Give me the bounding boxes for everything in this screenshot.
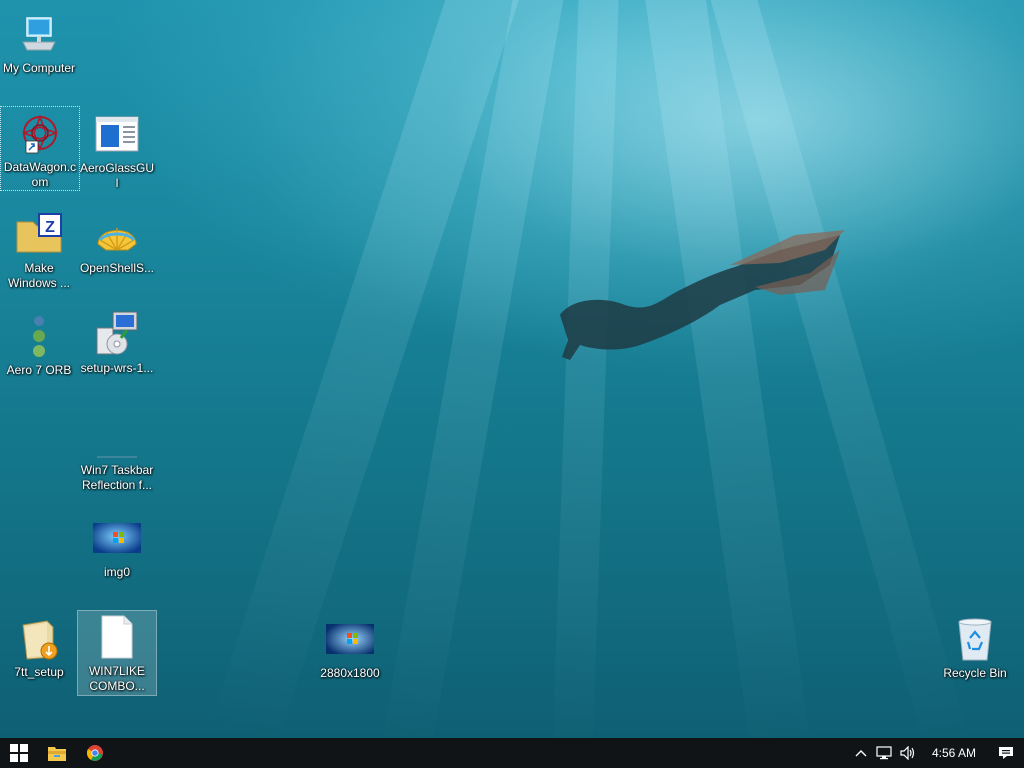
desktop-icon-label: WIN7LIKE COMBO... [88,664,145,693]
recycle-bin-icon [951,615,999,663]
window-app-icon [93,110,141,158]
taskbar: 4:56 AM [0,738,1024,768]
chrome-button[interactable] [76,738,114,768]
computer-icon [15,10,63,58]
network-icon[interactable] [872,738,896,768]
desktop-icon-label: My Computer [2,61,76,75]
image-thumbnail-icon [326,615,374,663]
desktop-icon-label: Aero 7 ORB [6,363,72,377]
document-icon [93,613,141,661]
blank-icon [93,412,141,460]
action-center-icon[interactable] [988,738,1024,768]
desktop-icon-label: OpenShellS... [79,261,155,275]
desktop-icon-7tt-setup[interactable]: 7tt_setup [0,612,78,680]
wallpaper-swimmer [560,230,845,360]
chevron-up-icon[interactable] [850,738,872,768]
svg-text:Z: Z [45,219,55,236]
volume-icon[interactable] [896,738,920,768]
desktop-icon-label: Make Windows ... [7,261,70,290]
system-tray: 4:56 AM [850,738,1024,768]
start-button[interactable] [0,738,38,768]
desktop-icon-openshell[interactable]: OpenShellS... [78,208,156,276]
desktop-icon-img0[interactable]: img0 [78,512,156,580]
windows-start-icon [10,744,28,762]
desktop-icon-label: img0 [103,565,130,579]
desktop-icon-label: DataWagon.com [3,160,77,189]
chrome-icon [87,745,103,761]
desktop-icon-make-windows[interactable]: Z Make Windows ... [0,208,78,291]
file-explorer-button[interactable] [38,738,76,768]
setup-box-icon [15,614,63,662]
taskbar-clock[interactable]: 4:56 AM [920,738,988,768]
desktop-icon-recycle-bin[interactable]: Recycle Bin [936,613,1014,681]
shell-icon [93,210,141,258]
desktop-icon-win7-taskbar-reflection[interactable]: Win7 Taskbar Reflection f... [78,410,156,493]
desktop-icon-label: 7tt_setup [14,665,64,679]
desktop[interactable]: My Computer DataWagon.com Z Make Windows… [0,0,1024,738]
desktop-icon-label: 2880x1800 [320,666,380,680]
desktop-icon-win7like-combo[interactable]: WIN7LIKE COMBO... [77,610,157,696]
zip-folder-icon: Z [15,210,63,258]
desktop-icon-2880x1800[interactable]: 2880x1800 [311,613,389,681]
desktop-icon-setup-wrs[interactable]: setup-wrs-1... [78,308,156,376]
file-explorer-icon [48,747,66,761]
image-thumbnail-icon [93,514,141,562]
desktop-icon-datawagon[interactable]: DataWagon.com [0,106,80,191]
desktop-icon-label: setup-wrs-1... [80,361,154,375]
desktop-icon-label: Win7 Taskbar Reflection f... [80,463,154,492]
desktop-icon-aeroglassgui[interactable]: AeroGlassGUI [78,108,156,191]
orb-strip-icon [15,312,63,360]
desktop-icon-my-computer[interactable]: My Computer [0,8,78,76]
shortcut-web-icon [16,109,64,157]
desktop-icon-label: AeroGlassGUI [79,161,155,190]
installer-icon [93,310,141,358]
desktop-icon-aero-7-orb[interactable]: Aero 7 ORB [0,310,78,378]
desktop-icon-label: Recycle Bin [943,666,1007,680]
